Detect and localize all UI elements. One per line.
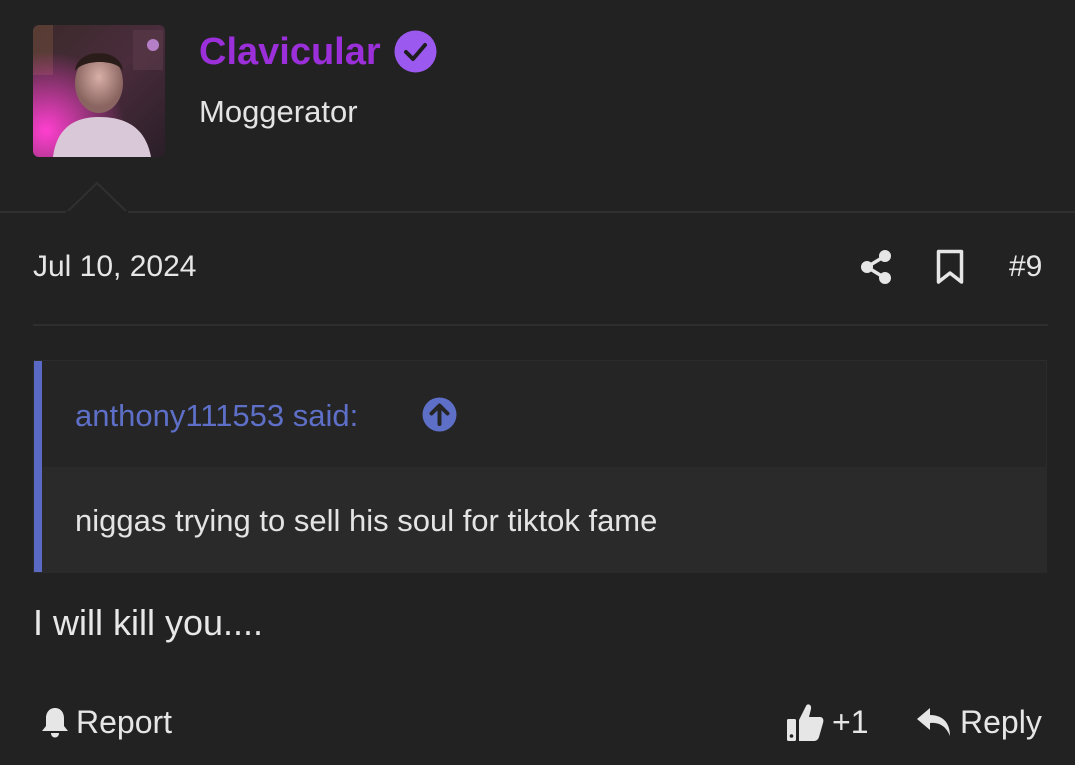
- quote-accent-bar: [34, 361, 42, 572]
- header-divider: [0, 211, 1075, 213]
- verified-badge-icon: [394, 30, 437, 73]
- reply-arrow-icon: [917, 708, 950, 736]
- user-header: Clavicular Moggerator: [0, 0, 1075, 213]
- like-count: +1: [832, 704, 869, 740]
- quote-author[interactable]: anthony111553 said:: [75, 396, 358, 436]
- post-date[interactable]: Jul 10, 2024: [33, 247, 196, 287]
- like-button[interactable]: +1: [786, 700, 868, 744]
- username[interactable]: Clavicular: [199, 28, 381, 76]
- post-number-link[interactable]: #9: [1009, 247, 1042, 287]
- user-title: Moggerator: [199, 94, 358, 129]
- post-message: I will kill you....: [33, 602, 264, 643]
- arrow-up-circle-icon[interactable]: [422, 397, 457, 432]
- avatar[interactable]: [33, 25, 165, 157]
- report-button[interactable]: Report: [40, 700, 172, 744]
- reply-label: Reply: [960, 704, 1042, 740]
- share-icon[interactable]: [860, 250, 892, 284]
- report-label: Report: [76, 704, 173, 740]
- bookmark-icon[interactable]: [936, 249, 964, 285]
- thumbs-up-icon: [787, 704, 824, 741]
- message-pointer: [66, 182, 128, 213]
- reply-button[interactable]: Reply: [916, 700, 1042, 744]
- meta-divider: [33, 324, 1048, 326]
- bell-icon: [42, 708, 68, 738]
- quote-body: niggas trying to sell his soul for tikto…: [42, 467, 1047, 573]
- quote-text: niggas trying to sell his soul for tikto…: [75, 503, 658, 538]
- forum-post: Clavicular Moggerator Jul 10, 2024 #9 an…: [0, 0, 1075, 765]
- quote-block: anthony111553 said: niggas trying to sel…: [33, 360, 1047, 573]
